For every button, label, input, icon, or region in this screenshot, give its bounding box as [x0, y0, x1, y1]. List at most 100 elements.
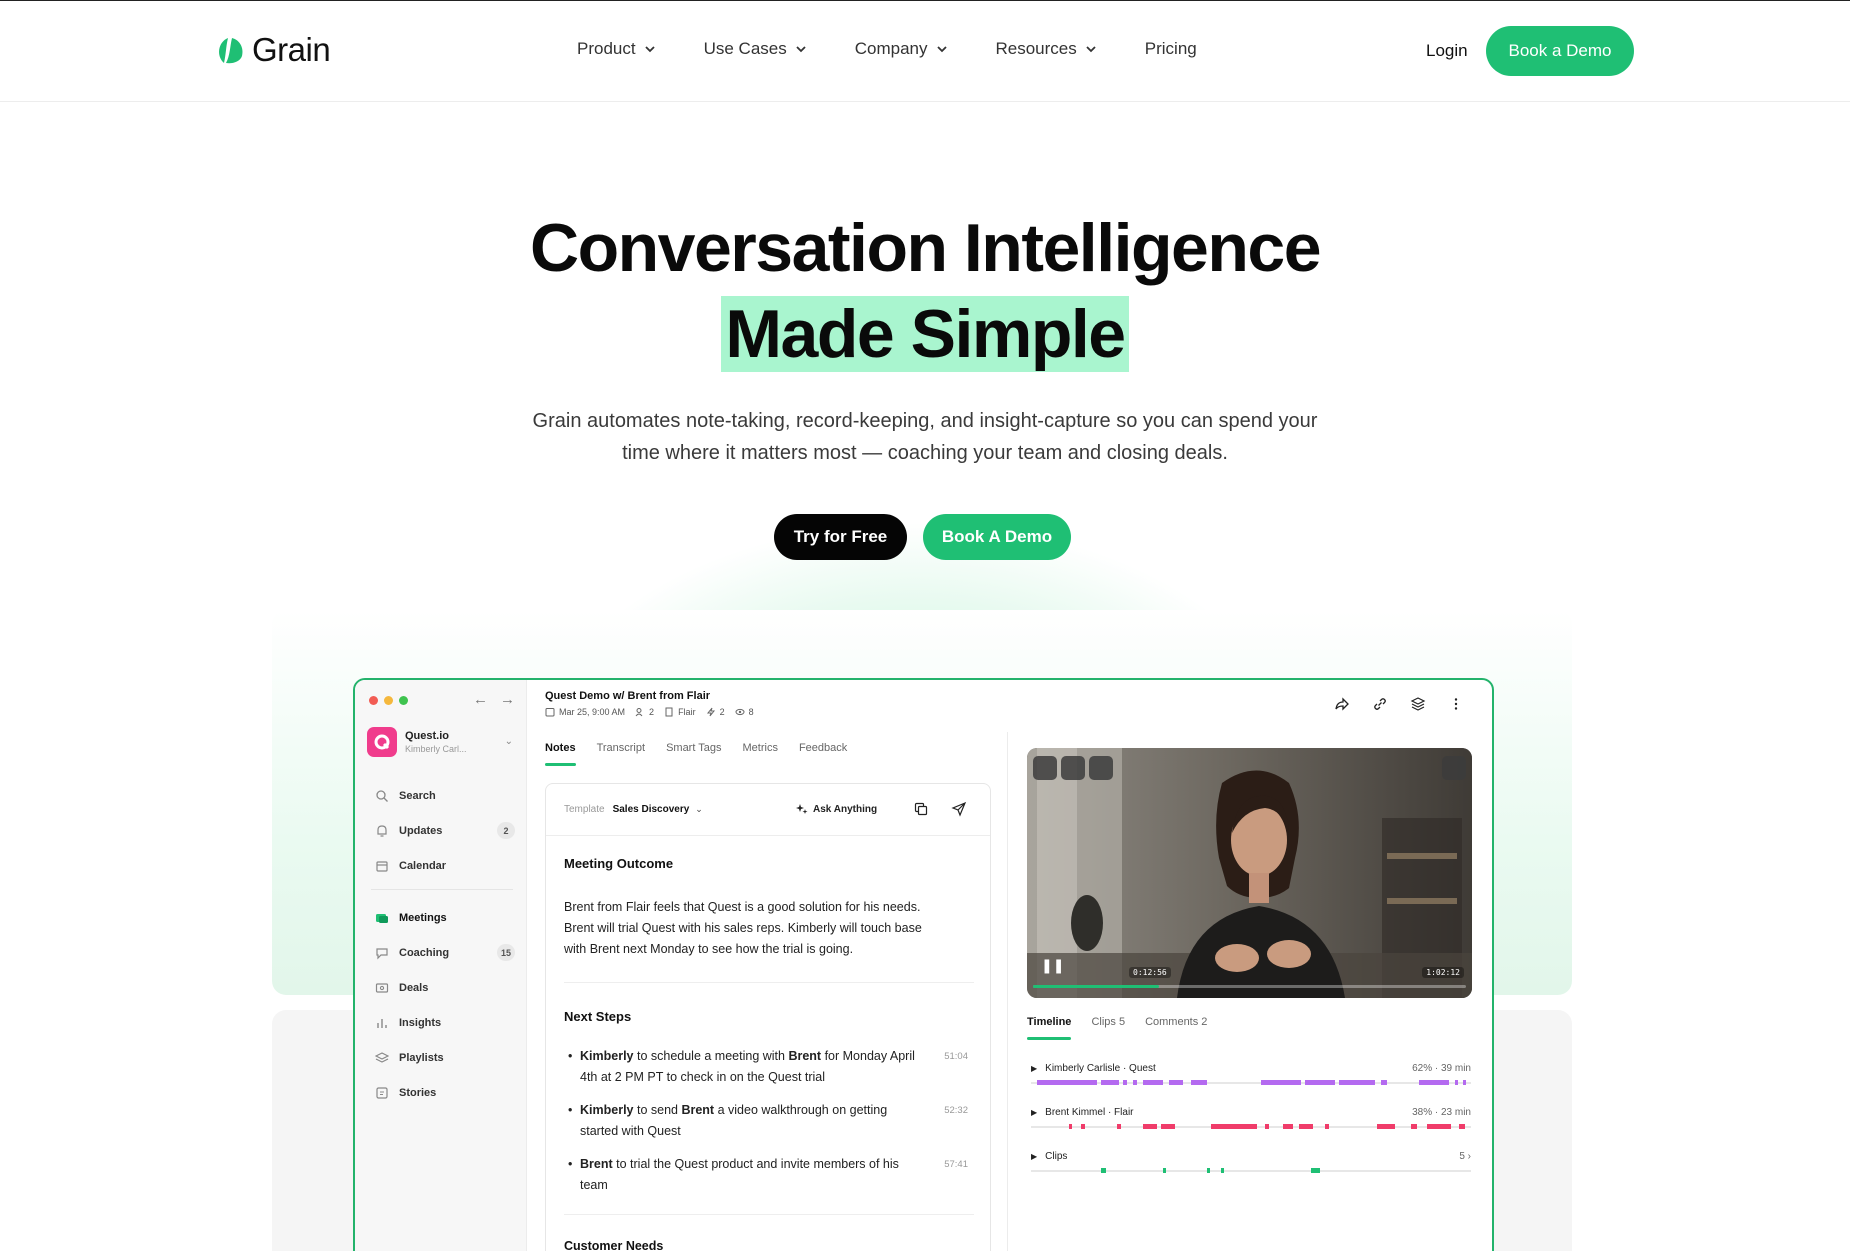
calendar-icon [545, 708, 555, 717]
tab-metrics[interactable]: Metrics [743, 742, 778, 754]
step-timestamp[interactable]: 52:32 [944, 1100, 968, 1121]
meeting-meta: Mar 25, 9:00 AM 2 Flair 2 8 [545, 707, 754, 717]
menu-label: Resources [995, 39, 1077, 58]
tab-timeline[interactable]: Timeline [1027, 1016, 1072, 1040]
hero-title-line1: Conversation Intelligence [529, 210, 1322, 286]
sidebar-item-coaching[interactable]: Coaching 15 [367, 935, 517, 970]
speaker-name: Kimberly Carlisle · Quest [1045, 1063, 1156, 1074]
forward-arrow-icon[interactable]: → [500, 691, 515, 708]
coaching-badge: 15 [496, 944, 515, 961]
speaker-track: ▶ Brent Kimmel · Flair 38% · 23 min [1031, 1107, 1471, 1130]
meeting-views: 8 [735, 707, 754, 717]
ask-anything-button[interactable]: Ask Anything [796, 803, 877, 815]
fullscreen-button[interactable] [1442, 756, 1466, 780]
sparkle-icon [796, 804, 808, 814]
minimize-dot[interactable] [384, 696, 393, 705]
play-icon[interactable]: ▶ [1031, 1064, 1037, 1073]
tab-feedback[interactable]: Feedback [799, 742, 847, 754]
bell-icon [377, 824, 387, 837]
brand-name: Grain [252, 31, 331, 68]
more-icon[interactable] [1448, 696, 1464, 712]
book-a-demo-button[interactable]: Book A Demo [923, 514, 1071, 560]
app-sidebar: ← → Quest.io Kimberly Carl... ⌄ Search U… [355, 680, 527, 1251]
step-timestamp[interactable]: 57:41 [944, 1154, 968, 1175]
play-icon[interactable]: ▶ [1031, 1152, 1037, 1161]
insights-icon [377, 1018, 387, 1028]
close-dot[interactable] [369, 696, 378, 705]
stories-icon [376, 1086, 388, 1099]
workspace-switcher[interactable]: Quest.io Kimberly Carl... ⌄ [367, 724, 517, 760]
views-count: 8 [748, 707, 754, 717]
next-step-item: • Kimberly to send Brent a video walkthr… [568, 1100, 968, 1142]
sidebar-item-calendar[interactable]: Calendar [367, 848, 517, 883]
menu-item-pricing[interactable]: Pricing [1145, 39, 1197, 59]
sidebar-item-label: Meetings [399, 911, 447, 924]
chevron-down-icon: ⌄ [504, 736, 513, 747]
search-icon [376, 789, 388, 802]
sidebar-item-updates[interactable]: Updates 2 [367, 813, 517, 848]
speaker-timeline-bar[interactable] [1031, 1124, 1471, 1130]
template-select[interactable]: Sales Discovery [613, 804, 690, 815]
tab-clips[interactable]: Clips 5 [1091, 1016, 1125, 1028]
sidebar-item-playlists[interactable]: Playlists [367, 1040, 517, 1075]
tab-notes[interactable]: Notes [545, 742, 576, 766]
login-link[interactable]: Login [1426, 41, 1468, 61]
send-icon[interactable] [951, 801, 967, 817]
sidebar-item-stories[interactable]: Stories [367, 1075, 517, 1110]
customer-needs-heading: Customer Needs [564, 1239, 664, 1251]
current-time: 0:12:56 [1129, 967, 1171, 978]
template-label: Template [564, 804, 605, 815]
menu-item-resources[interactable]: Resources [996, 39, 1097, 59]
hero-subtitle-line2: time where it matters most — coaching yo… [622, 442, 1228, 464]
sidebar-item-deals[interactable]: Deals [367, 970, 517, 1005]
outcome-line: with Brent next Monday to see how the tr… [564, 942, 854, 956]
clips-timeline-bar[interactable] [1031, 1168, 1471, 1174]
playlists-icon [375, 1051, 389, 1063]
tab-transcript[interactable]: Transcript [597, 742, 646, 754]
menu-item-company[interactable]: Company [855, 39, 948, 59]
share-icon[interactable] [1334, 696, 1350, 712]
tab-comments[interactable]: Comments 2 [1145, 1016, 1207, 1028]
clips-track: ▶ Clips 5 › [1031, 1151, 1471, 1174]
meetings-icon [376, 913, 388, 923]
coaching-icon [376, 947, 388, 959]
bullet: • [568, 1157, 573, 1171]
pause-icon[interactable]: ❚❚ [1041, 957, 1064, 974]
clips-label: Clips [1045, 1151, 1068, 1162]
back-arrow-icon[interactable]: ← [473, 691, 488, 708]
video-progress-fill [1033, 985, 1159, 988]
try-for-free-button[interactable]: Try for Free [774, 514, 907, 560]
sidebar-divider [371, 889, 513, 890]
book-demo-button[interactable]: Book a Demo [1486, 26, 1634, 76]
menu-item-use-cases[interactable]: Use Cases [704, 39, 807, 59]
tab-smart-tags[interactable]: Smart Tags [666, 742, 721, 754]
step-timestamp[interactable]: 51:04 [944, 1046, 968, 1067]
main-menu: Product Use Cases Company Resources Pric… [577, 39, 1245, 59]
link-icon[interactable] [1372, 696, 1388, 712]
video-control-button[interactable] [1061, 756, 1085, 780]
sidebar-item-label: Playlists [399, 1051, 444, 1064]
sidebar-item-search[interactable]: Search [367, 778, 517, 813]
menu-label: Company [854, 39, 928, 58]
chevron-down-icon [1086, 46, 1096, 53]
sidebar-item-meetings[interactable]: Meetings [367, 900, 517, 935]
speaker-track: ▶ Kimberly Carlisle · Quest 62% · 39 min [1031, 1063, 1471, 1086]
brand-logo[interactable]: Grain [214, 31, 331, 69]
video-control-button[interactable] [1033, 756, 1057, 780]
grain-leaf-icon [219, 38, 243, 64]
speaker-timeline-bar[interactable] [1031, 1080, 1471, 1086]
sidebar-item-label: Updates [399, 824, 443, 837]
copy-icon[interactable] [913, 801, 929, 817]
clips-count: 2 [719, 707, 725, 717]
video-control-button[interactable] [1089, 756, 1113, 780]
chevron-down-icon: ⌄ [695, 804, 703, 814]
video-player[interactable]: ❚❚ 0:12:56 1:02:12 [1027, 748, 1472, 998]
play-icon[interactable]: ▶ [1031, 1108, 1037, 1117]
sidebar-item-insights[interactable]: Insights [367, 1005, 517, 1040]
layers-icon[interactable] [1410, 696, 1426, 712]
video-progress-bar[interactable] [1033, 985, 1466, 988]
chevron-down-icon [936, 46, 947, 53]
menu-item-product[interactable]: Product [577, 39, 656, 59]
maximize-dot[interactable] [399, 696, 408, 705]
meeting-outcome-text: Brent from Flair feels that Quest is a g… [564, 897, 974, 960]
